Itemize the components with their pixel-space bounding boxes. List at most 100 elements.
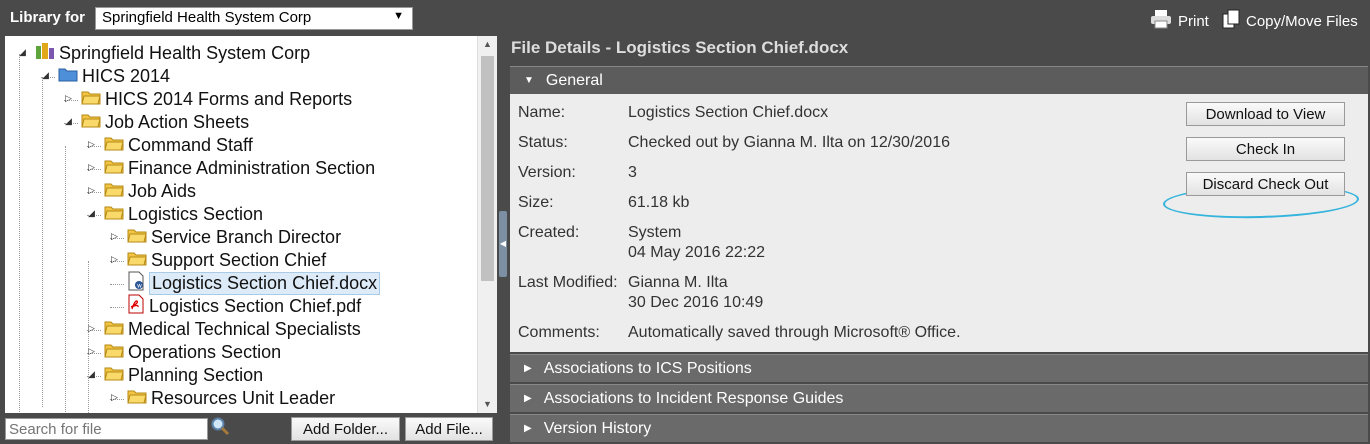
- modified-date-value: 30 Dec 2016 10:49: [628, 294, 764, 311]
- magnifier-icon[interactable]: [210, 416, 230, 441]
- comments-label: Comments:: [518, 324, 600, 341]
- status-value: Checked out by Gianna M. Ilta on 12/30/2…: [628, 134, 950, 151]
- collapsed-triangle-icon: ▶: [524, 393, 532, 404]
- word-document-icon: w: [127, 271, 145, 296]
- tree-item[interactable]: Job Aids: [104, 180, 196, 203]
- collapsed-triangle-icon: ▶: [524, 423, 532, 434]
- folder-tree-panel: ◢ Springfield Health System Corp ◢ HICS 201…: [5, 36, 497, 413]
- expand-node-icon[interactable]: ▷: [111, 392, 118, 403]
- name-value: Logistics Section Chief.docx: [628, 104, 829, 121]
- tree-guide-line: [65, 146, 66, 413]
- tree-item[interactable]: Resources Unit Leader: [127, 387, 335, 410]
- tree-item-label: Command Staff: [128, 135, 253, 155]
- modified-by-value: Gianna M. Ilta: [628, 274, 728, 291]
- expand-node-icon[interactable]: ▷: [88, 139, 95, 150]
- name-label: Name:: [518, 104, 566, 121]
- scroll-up-arrow-icon[interactable]: ▲: [478, 36, 497, 53]
- folder-icon: [81, 112, 101, 133]
- collapse-handle-icon[interactable]: ◀: [499, 211, 507, 277]
- tree-connector-line: [110, 307, 124, 308]
- expand-node-icon[interactable]: ▷: [88, 323, 95, 334]
- tree-item[interactable]: Operations Section: [104, 341, 281, 364]
- scroll-thumb[interactable]: [481, 56, 494, 281]
- tree-footer: Add Folder... Add File...: [0, 413, 497, 444]
- tree-item-label: HICS 2014: [82, 66, 171, 86]
- collapse-node-icon[interactable]: ◢: [19, 47, 26, 58]
- dropdown-arrow-icon: ▼: [393, 10, 404, 22]
- add-folder-button[interactable]: Add Folder...: [291, 417, 400, 441]
- folder-icon: [127, 250, 147, 271]
- file-details-panel: File Details - Logistics Section Chief.d…: [509, 36, 1370, 444]
- version-history-header[interactable]: ▶ Version History: [510, 414, 1368, 442]
- created-label: Created:: [518, 224, 580, 241]
- print-button[interactable]: Print: [1150, 9, 1209, 33]
- tree-item-label: Planning Section: [128, 365, 264, 385]
- collapse-node-icon[interactable]: ◢: [65, 116, 72, 127]
- expand-node-icon[interactable]: ▷: [88, 162, 95, 173]
- tree-item[interactable]: Job Action Sheets: [81, 111, 249, 134]
- folder-icon: [104, 158, 124, 179]
- tree-item-label: Service Branch Director: [151, 227, 342, 247]
- status-label: Status:: [518, 134, 568, 151]
- collapse-node-icon[interactable]: ◢: [88, 369, 95, 380]
- tree-item[interactable]: HICS 2014 Forms and Reports: [81, 88, 352, 111]
- download-to-view-button[interactable]: Download to View: [1186, 102, 1345, 126]
- comments-value: Automatically saved through Microsoft® O…: [628, 324, 961, 341]
- pdf-icon: [127, 294, 145, 319]
- tree-item-label: Medical Technical Specialists: [128, 319, 361, 339]
- library-select[interactable]: Springfield Health System Corp ▼: [95, 7, 413, 30]
- tree-item[interactable]: Support Section Chief: [127, 249, 326, 272]
- folder-icon: [104, 181, 124, 202]
- tree-item[interactable]: Medical Technical Specialists: [104, 318, 361, 341]
- discard-check-out-button[interactable]: Discard Check Out: [1186, 172, 1345, 196]
- expanded-triangle-icon: ▼: [524, 75, 534, 86]
- collapse-node-icon[interactable]: ◢: [88, 208, 95, 219]
- associations-irg-header[interactable]: ▶ Associations to Incident Response Guid…: [510, 384, 1368, 412]
- search-file-input[interactable]: [5, 418, 208, 440]
- expand-node-icon[interactable]: ▷: [111, 231, 118, 242]
- scroll-down-arrow-icon[interactable]: ▼: [478, 396, 497, 413]
- expand-node-icon[interactable]: ▷: [65, 93, 72, 104]
- collapsed-triangle-icon: ▶: [524, 363, 532, 374]
- last-modified-label: Last Modified:: [518, 274, 618, 291]
- size-label: Size:: [518, 194, 554, 211]
- tree-item-label: Logistics Section Chief.docx: [149, 272, 381, 295]
- tree-scrollbar[interactable]: ▲ ▼: [477, 36, 497, 413]
- tree-item[interactable]: Service Branch Director: [127, 226, 341, 249]
- tree-item[interactable]: Planning Section: [104, 364, 263, 387]
- tree-item[interactable]: HICS 2014: [58, 65, 170, 88]
- associations-irg-label: Associations to Incident Response Guides: [543, 389, 844, 407]
- associations-ics-header[interactable]: ▶ Associations to ICS Positions: [510, 354, 1368, 382]
- file-details-title: File Details - Logistics Section Chief.d…: [511, 38, 849, 57]
- tree-item-label: Resources Unit Leader: [151, 388, 336, 408]
- version-history-label: Version History: [543, 419, 652, 437]
- tree-item[interactable]: Logistics Section: [104, 203, 263, 226]
- expand-node-icon[interactable]: ▷: [88, 346, 95, 357]
- folder-icon: [104, 204, 124, 225]
- organization-icon: [35, 42, 55, 65]
- copy-move-files-button[interactable]: Copy/Move Files: [1222, 9, 1358, 33]
- folder-icon: [58, 66, 78, 87]
- folder-icon: [104, 342, 124, 363]
- tree-item[interactable]: w Logistics Section Chief.docx: [127, 271, 381, 296]
- collapse-node-icon[interactable]: ◢: [42, 70, 49, 81]
- tree-item[interactable]: Finance Administration Section: [104, 157, 375, 180]
- general-section-header[interactable]: ▼ General: [510, 66, 1368, 94]
- tree-item[interactable]: Command Staff: [104, 134, 253, 157]
- expand-node-icon[interactable]: ▷: [111, 254, 118, 265]
- tree-item-label: HICS 2014 Forms and Reports: [105, 89, 353, 109]
- expand-node-icon[interactable]: ▷: [88, 185, 95, 196]
- add-file-button[interactable]: Add File...: [405, 417, 493, 441]
- general-section-label: General: [545, 71, 603, 89]
- folder-icon: [81, 89, 101, 110]
- tree-guide-line: [88, 261, 89, 413]
- tree-item[interactable]: Springfield Health System Corp: [35, 42, 310, 65]
- folder-icon: [104, 365, 124, 386]
- size-value: 61.18 kb: [628, 194, 690, 211]
- tree-item[interactable]: Logistics Section Chief.pdf: [127, 294, 361, 319]
- panel-splitter[interactable]: ◀: [497, 36, 509, 444]
- folder-icon: [127, 388, 147, 409]
- copy-move-label: Copy/Move Files: [1246, 12, 1358, 30]
- check-in-button[interactable]: Check In: [1186, 137, 1345, 161]
- folder-icon: [104, 135, 124, 156]
